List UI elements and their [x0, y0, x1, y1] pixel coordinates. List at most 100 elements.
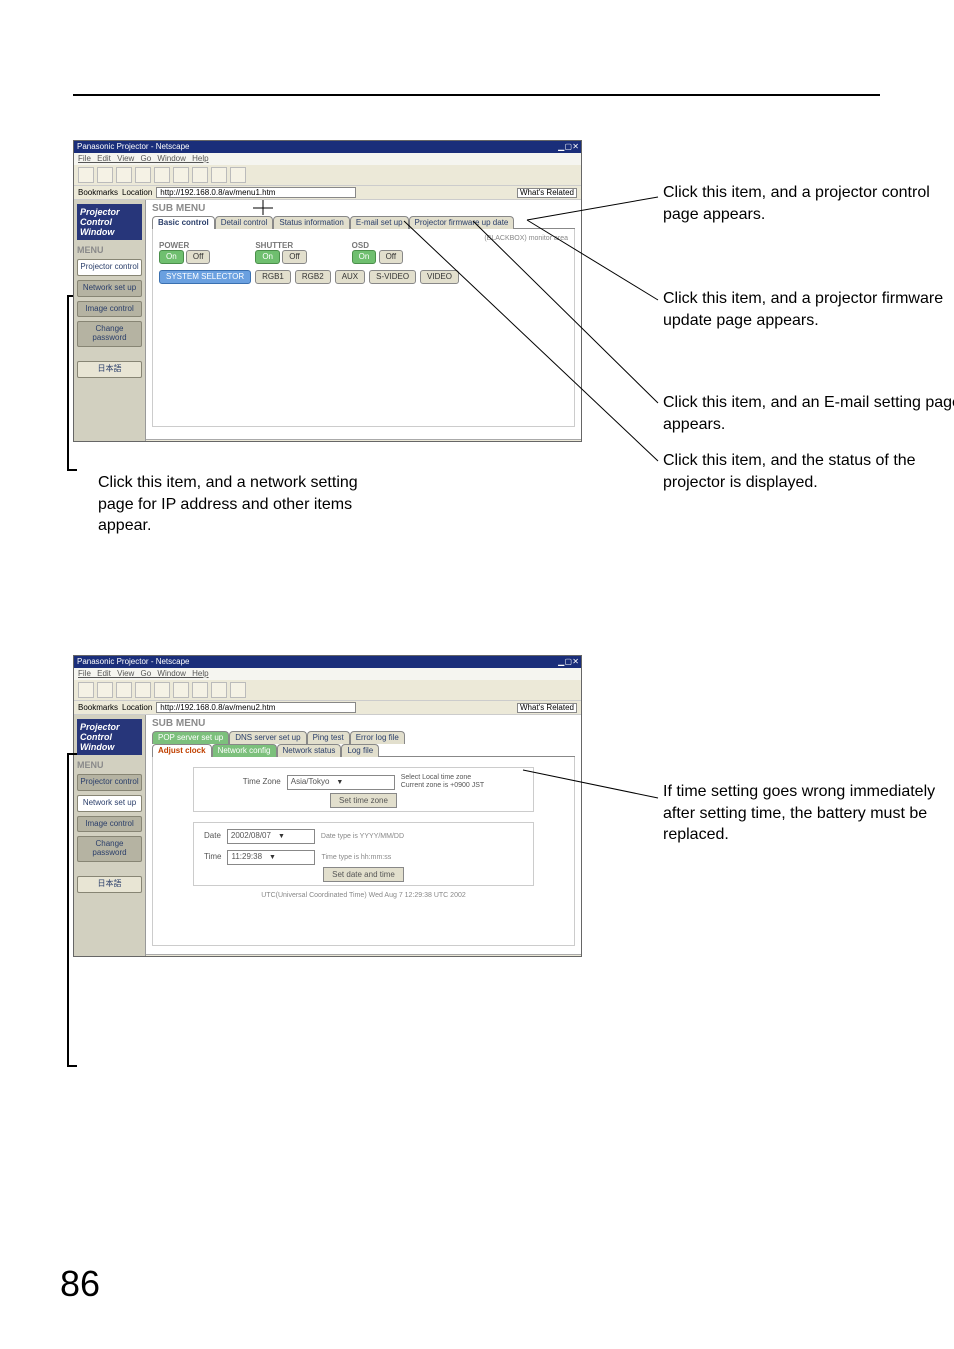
tab-email-setup[interactable]: E-mail set up: [350, 216, 409, 229]
tab-log-file[interactable]: Log file: [341, 744, 379, 757]
set-timezone-button[interactable]: Set time zone: [330, 793, 397, 808]
search-icon[interactable]: [154, 682, 170, 698]
window-titlebar: Panasonic Projector - Netscape ▁ ▢ ✕: [74, 656, 581, 668]
sub-menu-label: SUB MENU: [152, 719, 575, 729]
timezone-note1: Select Local time zone: [401, 774, 471, 781]
forward-icon[interactable]: [97, 682, 113, 698]
window-controls[interactable]: ▁ ▢ ✕: [558, 143, 578, 151]
back-icon[interactable]: [78, 682, 94, 698]
osd-off-button[interactable]: Off: [379, 250, 404, 264]
shutter-label: SHUTTER: [255, 241, 293, 250]
url-input[interactable]: http://192.168.0.8/av/menu2.htm: [156, 702, 356, 713]
tab-status-information[interactable]: Status information: [273, 216, 349, 229]
sidebar-item-japanese[interactable]: 日本語: [77, 361, 142, 378]
browser-menubar[interactable]: File Edit View Go Window Help: [74, 668, 581, 680]
status-bar: http://192.168.0.8/av/menu2.htm: [146, 954, 581, 957]
search-icon[interactable]: [154, 167, 170, 183]
annotation-projector-control: Click this item, and a projector control…: [663, 182, 954, 225]
sidebar-item-projector-control[interactable]: Projector control: [77, 774, 142, 791]
sidebar-item-japanese[interactable]: 日本語: [77, 876, 142, 893]
bookmarks-label[interactable]: Bookmarks: [78, 189, 118, 197]
security-icon[interactable]: [211, 167, 227, 183]
back-icon[interactable]: [78, 167, 94, 183]
logo: Projector Control Window: [77, 204, 142, 240]
tab-pop-server[interactable]: POP server set up: [152, 731, 229, 744]
home-icon[interactable]: [135, 682, 151, 698]
sidebar: Projector Control Window MENU Projector …: [74, 715, 146, 957]
timezone-note2: Current zone is +0900 JST: [401, 782, 484, 789]
tab-network-status[interactable]: Network status: [277, 744, 342, 757]
sidebar-item-image-control[interactable]: Image control: [77, 816, 142, 833]
print-icon[interactable]: [192, 167, 208, 183]
address-bar: Bookmarks Location http://192.168.0.8/av…: [74, 185, 581, 200]
rgb1-button[interactable]: RGB1: [255, 270, 291, 284]
page-number: 86: [60, 1263, 100, 1305]
stop-icon[interactable]: [230, 167, 246, 183]
tab-strip-row1: POP server set up DNS server set up Ping…: [152, 731, 575, 744]
location-label: Location: [122, 189, 152, 197]
images-icon[interactable]: [173, 682, 189, 698]
sidebar-item-projector-control[interactable]: Projector control: [77, 259, 142, 276]
tab-adjust-clock[interactable]: Adjust clock: [152, 744, 212, 757]
osd-label: OSD: [352, 241, 369, 250]
status-bar: ◂ ▸: [146, 439, 581, 442]
set-datetime-button[interactable]: Set date and time: [323, 867, 404, 882]
time-label: Time: [204, 853, 221, 861]
whats-related-button[interactable]: What's Related: [517, 188, 577, 198]
annotation-network-setup: Click this item, and a network setting p…: [98, 472, 378, 537]
tab-network-config[interactable]: Network config: [212, 744, 277, 757]
panel-basic-control: (BLACKBOX) monitor area POWER On Off SHU…: [152, 229, 575, 427]
window-titlebar: Panasonic Projector - Netscape ▁ ▢ ✕: [74, 141, 581, 153]
timezone-select[interactable]: Asia/Tokyo: [287, 775, 395, 790]
video-button[interactable]: VIDEO: [420, 270, 459, 284]
whats-related-button[interactable]: What's Related: [517, 703, 577, 713]
date-label: Date: [204, 832, 221, 840]
images-icon[interactable]: [173, 167, 189, 183]
tab-dns-server[interactable]: DNS server set up: [229, 731, 306, 744]
browser-toolbar: [74, 165, 581, 185]
tab-basic-control[interactable]: Basic control: [152, 216, 215, 229]
tab-projector-fw-update[interactable]: Projector firmware up date: [409, 216, 515, 229]
print-icon[interactable]: [192, 682, 208, 698]
osd-on-button[interactable]: On: [352, 250, 377, 264]
screenshot-projector-control: Panasonic Projector - Netscape ▁ ▢ ✕ Fil…: [73, 140, 582, 442]
tab-detail-control[interactable]: Detail control: [215, 216, 274, 229]
sidebar-menu-header: MENU: [77, 246, 142, 255]
power-on-button[interactable]: On: [159, 250, 184, 264]
shutter-off-button[interactable]: Off: [282, 250, 307, 264]
annotation-fw-update: Click this item, and a projector firmwar…: [663, 288, 954, 331]
reload-icon[interactable]: [116, 682, 132, 698]
reload-icon[interactable]: [116, 167, 132, 183]
stop-icon[interactable]: [230, 682, 246, 698]
sidebar-item-network-setup[interactable]: Network set up: [77, 795, 142, 812]
power-off-button[interactable]: Off: [186, 250, 211, 264]
window-controls[interactable]: ▁ ▢ ✕: [558, 658, 578, 666]
rgb2-button[interactable]: RGB2: [295, 270, 331, 284]
sidebar-item-change-password[interactable]: Change password: [77, 321, 142, 347]
svideo-button[interactable]: S-VIDEO: [369, 270, 416, 284]
date-input[interactable]: 2002/08/07: [227, 829, 315, 844]
browser-toolbar: [74, 680, 581, 700]
address-bar: Bookmarks Location http://192.168.0.8/av…: [74, 700, 581, 715]
sidebar-item-change-password[interactable]: Change password: [77, 836, 142, 862]
tab-error-log[interactable]: Error log file: [350, 731, 405, 744]
time-input[interactable]: 11:29:38: [227, 850, 315, 865]
bookmarks-label[interactable]: Bookmarks: [78, 704, 118, 712]
browser-menubar[interactable]: File Edit View Go Window Help: [74, 153, 581, 165]
window-title: Panasonic Projector - Netscape: [77, 658, 190, 666]
forward-icon[interactable]: [97, 167, 113, 183]
system-selector-button[interactable]: SYSTEM SELECTOR: [159, 270, 251, 284]
sub-menu-label: SUB MENU: [152, 204, 575, 214]
tab-ping-test[interactable]: Ping test: [307, 731, 350, 744]
panel-adjust-clock: Time Zone Asia/Tokyo Select Local time z…: [152, 757, 575, 946]
shutter-on-button[interactable]: On: [255, 250, 280, 264]
aux-button[interactable]: AUX: [335, 270, 365, 284]
security-icon[interactable]: [211, 682, 227, 698]
sidebar-item-network-setup[interactable]: Network set up: [77, 280, 142, 297]
sidebar-item-image-control[interactable]: Image control: [77, 301, 142, 318]
url-input[interactable]: http://192.168.0.8/av/menu1.htm: [156, 187, 356, 198]
sidebar-menu-header: MENU: [77, 761, 142, 770]
annotation-status: Click this item, and the status of the p…: [663, 450, 954, 493]
sidebar: Projector Control Window MENU Projector …: [74, 200, 146, 442]
home-icon[interactable]: [135, 167, 151, 183]
